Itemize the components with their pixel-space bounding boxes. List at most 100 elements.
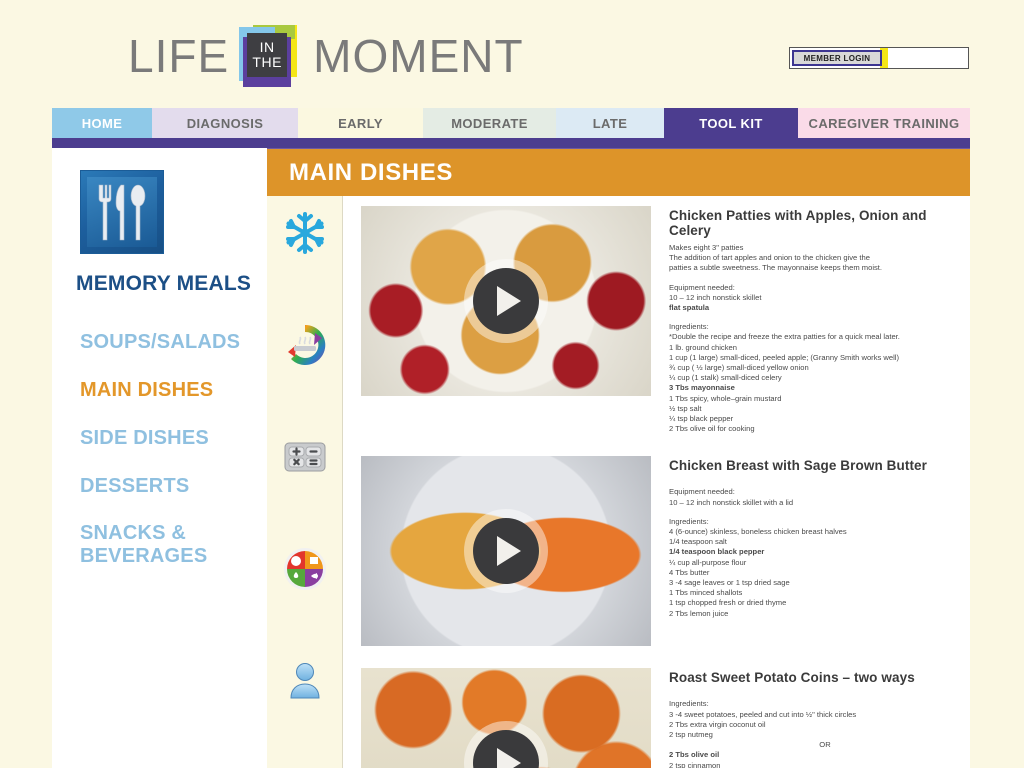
recipe-line: patties a subtle sweetness. The mayonnai… [669, 263, 883, 273]
food-plate-icon[interactable] [282, 546, 328, 592]
recipe-line: ¼ cup all-purpose flour [669, 557, 747, 567]
sidebar-item-desserts[interactable]: DESSERTS [52, 474, 267, 498]
recipe-line: The addition of tart apples and onion to… [669, 253, 870, 263]
recipe-line: 2 tsp nutmeg [669, 730, 713, 740]
sidebar-menu: SOUPS/SALADS MAIN DISHES SIDE DISHES DES… [52, 330, 267, 568]
recipe-line: 1/4 teaspoon salt [669, 537, 727, 547]
recipe-line: 2 Tbs olive oil for cooking [669, 424, 755, 434]
recipe-line: 10 – 12 inch nonstick skillet [669, 292, 762, 302]
recipe-line: ¼ tsp black pepper [669, 414, 734, 424]
play-button-icon[interactable] [464, 509, 548, 594]
recipe-video-thumbnail[interactable] [361, 456, 651, 647]
member-login-container[interactable]: MEMBER LOGIN [789, 47, 969, 69]
recipe-video-thumbnail[interactable] [361, 206, 651, 396]
recipe-text: Chicken Patties with Apples, Onion and C… [651, 206, 951, 434]
main-navigation: HOME DIAGNOSIS EARLY MODERATE LATE TOOL … [52, 108, 970, 138]
recipe-line: Ingredients: [669, 699, 709, 709]
logo-inthe-text: IN THE [247, 33, 287, 77]
logo-text-the: THE [252, 54, 282, 70]
nav-tab-early[interactable]: EARLY [298, 108, 423, 138]
recipe-line: Makes eight 3" patties [669, 243, 744, 252]
logo-text-in: IN [259, 39, 275, 55]
sidebar-item-soups-salads[interactable]: SOUPS/SALADS [52, 330, 267, 354]
play-triangle-icon [497, 286, 521, 316]
recipe-line: Ingredients: [669, 322, 709, 332]
recipe-line: 1 Tbs spicy, whole–grain mustard [669, 393, 782, 403]
recipe-item: Chicken Breast with Sage Brown Butter Eq… [361, 456, 970, 647]
recipe-line: 2 Tbs extra virgin coconut oil [669, 719, 766, 729]
recipe-line: 4 Tbs butter [669, 567, 710, 577]
recipe-item: Roast Sweet Potato Coins – two ways Ingr… [361, 668, 970, 768]
recipe-line: 2 tsp cinnamon [669, 760, 721, 768]
recipe-text: Chicken Breast with Sage Brown Butter Eq… [651, 456, 951, 646]
recipe-line: ½ tsp salt [669, 403, 702, 413]
sidebar-section-title: MEMORY MEALS [76, 272, 252, 295]
recipe-video-thumbnail[interactable] [361, 668, 651, 768]
recipe-text: Roast Sweet Potato Coins – two ways Ingr… [651, 668, 951, 768]
sidebar-item-main-dishes[interactable]: MAIN DISHES [52, 378, 267, 402]
calculator-icon[interactable] [282, 434, 328, 480]
recipe-spacer [669, 478, 951, 487]
recipe-title: Chicken Patties with Apples, Onion and C… [669, 208, 927, 238]
main-inner: Chicken Patties with Apples, Onion and C… [267, 196, 970, 768]
recipe-list: Chicken Patties with Apples, Onion and C… [343, 196, 970, 768]
recipe-line: 2 Tbs lemon juice [669, 608, 729, 618]
nav-underline [52, 138, 970, 148]
nav-tab-caregiver-training[interactable]: CAREGIVER TRAINING [798, 108, 970, 138]
tool-icon-rail [267, 196, 343, 768]
play-triangle-icon [497, 748, 521, 768]
recipe-spacer [669, 274, 951, 283]
recipe-line: flat spatula [669, 303, 710, 313]
page-frame: HOME DIAGNOSIS EARLY MODERATE LATE TOOL … [52, 108, 970, 768]
sidebar: MEMORY MEALS SOUPS/SALADS MAIN DISHES SI… [52, 148, 267, 768]
member-login-button[interactable]: MEMBER LOGIN [792, 50, 882, 66]
recipe-line: 3 -4 sweet potatoes, peeled and cut into… [669, 709, 857, 719]
logo-mark: IN THE [235, 25, 307, 87]
play-triangle-icon [497, 536, 521, 567]
recipe-line: 1 lb. ground chicken [669, 342, 737, 352]
recipe-line: 1 tsp chopped fresh or dried thyme [669, 598, 787, 608]
play-button-disc [473, 518, 539, 585]
play-button-disc [473, 268, 539, 334]
nav-tab-moderate[interactable]: MODERATE [423, 108, 556, 138]
sidebar-item-snacks-beverages[interactable]: SNACKS & BEVERAGES [52, 522, 267, 568]
recipe-line: 10 – 12 inch nonstick skillet with a lid [669, 497, 794, 507]
logo-word-moment: MOMENT [313, 30, 524, 82]
recipe-title: Chicken Breast with Sage Brown Butter [669, 458, 927, 474]
recipe-line: 1 Tbs minced shallots [669, 588, 743, 598]
recipe-line: 1/4 teaspoon black pepper [669, 547, 765, 557]
sidebar-item-side-dishes[interactable]: SIDE DISHES [52, 426, 267, 450]
play-button-icon[interactable] [464, 259, 548, 343]
nav-tab-home[interactable]: HOME [52, 108, 152, 138]
recipe-line: ¼ cup (1 stalk) small-diced celery [669, 373, 782, 383]
recipe-item: Chicken Patties with Apples, Onion and C… [361, 206, 970, 434]
site-logo[interactable]: LIFE IN THE MOMENT [128, 25, 524, 87]
recipe-line: *Double the recipe and freeze the extra … [669, 332, 900, 342]
nav-tab-diagnosis[interactable]: DIAGNOSIS [152, 108, 298, 138]
snowflake-icon[interactable] [282, 210, 328, 256]
recipe-line: Equipment needed: [669, 282, 735, 292]
logo-word-life: LIFE [128, 30, 230, 82]
user-icon[interactable] [282, 658, 328, 704]
recipe-spacer [669, 690, 951, 699]
recipe-line: 4 (6-ounce) skinless, boneless chicken b… [669, 527, 847, 537]
nav-tab-late[interactable]: LATE [556, 108, 664, 138]
recipe-title: Roast Sweet Potato Coins – two ways [669, 670, 915, 686]
play-button-disc [473, 730, 539, 768]
page-title: MAIN DISHES [289, 158, 453, 186]
site-header: LIFE IN THE MOMENT MEMBER LOGIN [0, 0, 1024, 108]
utensils-icon [80, 170, 164, 254]
recipe-line-or: OR [819, 740, 831, 750]
recipe-line: 2 Tbs olive oil [669, 750, 720, 760]
recipe-line: 3 -4 sage leaves or 1 tsp dried sage [669, 578, 790, 588]
recipe-line: Ingredients: [669, 516, 709, 526]
main-content: MAIN DISHES Chicken Patties with Apples,… [267, 148, 970, 768]
play-button-icon[interactable] [464, 721, 548, 768]
reheat-icon[interactable] [282, 322, 328, 368]
utensils-icon-glyph [98, 184, 146, 241]
main-banner: MAIN DISHES [267, 148, 970, 196]
page-body: MEMORY MEALS SOUPS/SALADS MAIN DISHES SI… [52, 148, 970, 768]
recipe-line: 3 Tbs mayonnaise [669, 383, 735, 393]
recipe-spacer [669, 508, 951, 517]
nav-tab-tool-kit[interactable]: TOOL KIT [664, 108, 798, 138]
